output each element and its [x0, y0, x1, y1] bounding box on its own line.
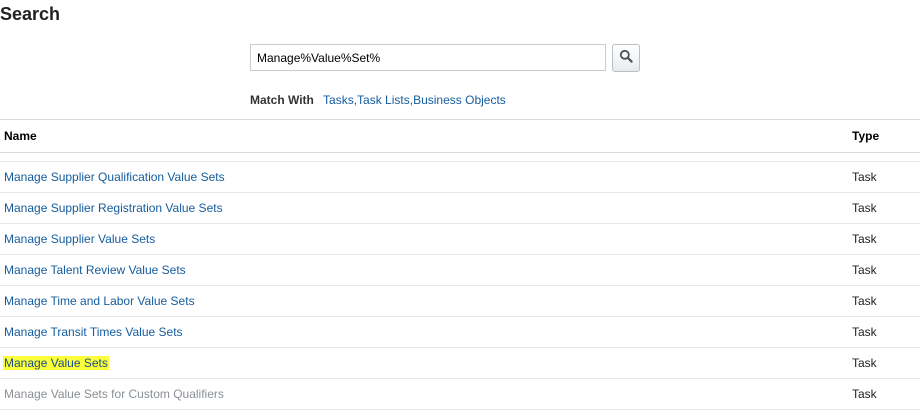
result-type: Task	[852, 387, 877, 401]
result-name-link[interactable]: Manage Transit Times Value Sets	[4, 325, 183, 339]
result-type: Task	[852, 356, 877, 370]
result-name-link[interactable]: Manage Supplier Registration Value Sets	[4, 201, 223, 215]
result-type: Task	[852, 263, 877, 277]
result-name-link[interactable]: Manage Supplier Qualification Value Sets	[4, 170, 225, 184]
table-row: Manage Supplier Qualification Value Sets…	[0, 162, 920, 193]
table-row: Manage Transit Times Value Sets Task	[0, 317, 920, 348]
match-option-tasks[interactable]: Tasks	[323, 93, 354, 107]
table-row: Manage Talent Review Value Sets Task	[0, 255, 920, 286]
column-header-name[interactable]: Name	[4, 129, 37, 143]
result-type: Task	[852, 325, 877, 339]
match-with-row: Match With Tasks,Task Lists,Business Obj…	[250, 93, 506, 107]
match-with-label: Match With	[250, 93, 314, 107]
table-row: Manage Supplier Registration Value Sets …	[0, 193, 920, 224]
result-type: Task	[852, 232, 877, 246]
result-type: Task	[852, 294, 877, 308]
search-input[interactable]	[250, 44, 606, 71]
result-name-link[interactable]: Manage Time and Labor Value Sets	[4, 294, 195, 308]
match-option-task-lists[interactable]: Task Lists	[357, 93, 410, 107]
result-name-link-highlighted[interactable]: Manage Value Sets	[3, 356, 109, 370]
table-row: Manage Value Sets for Custom Qualifiers …	[0, 379, 920, 410]
result-type: Task	[852, 201, 877, 215]
match-option-business-objects[interactable]: Business Objects	[413, 93, 506, 107]
result-name-link[interactable]: Manage Value Sets for Custom Qualifiers	[4, 387, 224, 401]
column-header-type[interactable]: Type	[852, 129, 879, 143]
table-header: Name Type	[0, 119, 920, 153]
result-name-link[interactable]: Manage Talent Review Value Sets	[4, 263, 186, 277]
table-row-selected: Manage Value Sets Task	[0, 348, 920, 379]
table-spacer	[0, 153, 920, 162]
table-row: Manage Time and Labor Value Sets Task	[0, 286, 920, 317]
result-type: Task	[852, 170, 877, 184]
search-icon	[619, 49, 633, 68]
page-title: Search	[0, 4, 61, 24]
result-name-link[interactable]: Manage Supplier Value Sets	[4, 232, 155, 246]
table-row: Manage Supplier Value Sets Task	[0, 224, 920, 255]
results-table: Name Type Manage Supplier Qualification …	[0, 119, 920, 410]
search-button[interactable]	[612, 44, 640, 72]
